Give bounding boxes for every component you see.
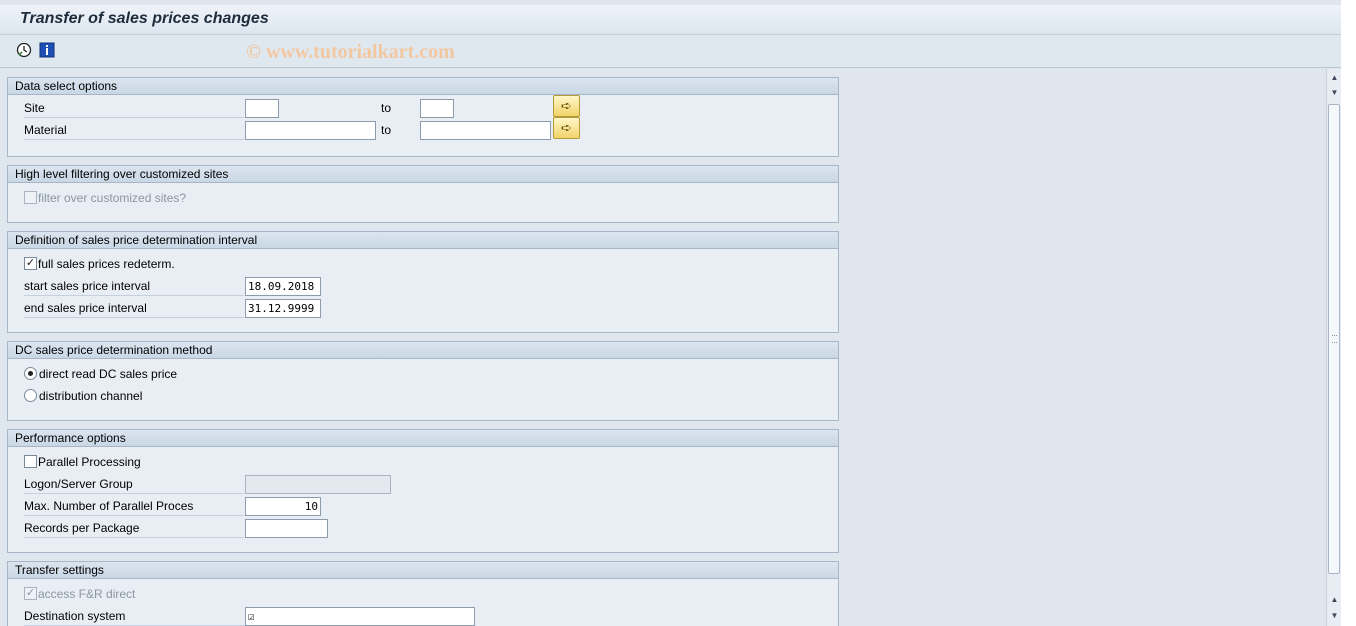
material-to-label: to	[381, 123, 392, 137]
distribution-channel-label: distribution channel	[39, 389, 143, 403]
max-parallel-row: Max. Number of Parallel Proces 10	[24, 496, 424, 516]
arrow-right-icon: ➪	[561, 120, 572, 135]
start-interval-label: start sales price interval	[24, 276, 244, 296]
max-parallel-input[interactable]: 10	[245, 497, 321, 516]
distribution-channel-radio[interactable]	[24, 389, 37, 402]
records-per-package-input[interactable]	[245, 519, 328, 538]
group-transfer-settings: Transfer settings ✓ access F&R direct De…	[7, 561, 839, 626]
execute-clock-icon[interactable]	[16, 42, 32, 58]
parallel-processing-label: Parallel Processing	[38, 455, 141, 469]
watermark-text: © www.tutorialkart.com	[246, 41, 455, 63]
logon-group-row: Logon/Server Group	[24, 474, 424, 494]
logon-group-input	[245, 475, 391, 494]
end-interval-label: end sales price interval	[24, 298, 244, 318]
access-fr-direct-label: access F&R direct	[38, 587, 136, 601]
site-multiple-selection-button[interactable]: ➪	[553, 95, 580, 117]
end-interval-input[interactable]: 31.12.9999	[245, 299, 321, 318]
group-header: High level filtering over customized sit…	[8, 166, 838, 183]
scroll-top-icon[interactable]: ▲	[1329, 72, 1340, 83]
material-from-input[interactable]	[245, 121, 376, 140]
full-redeterm-row: ✓ full sales prices redeterm.	[24, 254, 424, 274]
window-edge	[1341, 0, 1356, 626]
application-toolbar: © www.tutorialkart.com	[0, 36, 1341, 68]
end-interval-row: end sales price interval 31.12.9999	[24, 298, 424, 318]
group-dc-method: DC sales price determination method dire…	[7, 341, 839, 421]
site-from-input[interactable]	[245, 99, 279, 118]
parallel-row: Parallel Processing	[24, 452, 424, 472]
destination-system-input[interactable]: ☑	[245, 607, 475, 626]
site-row: Site to ➪	[24, 95, 624, 118]
logon-group-label: Logon/Server Group	[24, 474, 244, 494]
page-title: Transfer of sales prices changes	[20, 10, 269, 27]
max-parallel-label: Max. Number of Parallel Proces	[24, 496, 244, 516]
main-content: Data select options Site to ➪ Material t…	[0, 69, 1326, 626]
grip-icon	[1332, 335, 1337, 343]
full-redeterm-label: full sales prices redeterm.	[38, 257, 175, 271]
material-multiple-selection-button[interactable]: ➪	[553, 117, 580, 139]
scrollbar-thumb[interactable]	[1328, 104, 1340, 574]
start-interval-input[interactable]: 18.09.2018	[245, 277, 321, 296]
arrow-right-icon: ➪	[561, 98, 572, 113]
group-header: Performance options	[8, 430, 838, 447]
group-performance: Performance options Parallel Processing …	[7, 429, 839, 553]
filter-customized-sites-checkbox[interactable]	[24, 191, 37, 204]
group-high-level-filtering: High level filtering over customized sit…	[7, 165, 839, 223]
full-redeterm-checkbox[interactable]: ✓	[24, 257, 37, 270]
vertical-scrollbar[interactable]: ▲ ▼ ▲ ▼	[1326, 69, 1341, 626]
material-label: Material	[24, 120, 244, 140]
access-fr-direct-checkbox: ✓	[24, 587, 37, 600]
direct-read-row: direct read DC sales price	[24, 364, 424, 384]
start-interval-row: start sales price interval 18.09.2018	[24, 276, 424, 296]
site-to-label: to	[381, 101, 392, 115]
distribution-channel-row: distribution channel	[24, 386, 424, 406]
group-header: Definition of sales price determination …	[8, 232, 838, 249]
destination-system-label: Destination system	[24, 606, 244, 626]
group-definition-interval: Definition of sales price determination …	[7, 231, 839, 333]
parallel-processing-checkbox[interactable]	[24, 455, 37, 468]
group-header: Transfer settings	[8, 562, 838, 579]
filter-row: filter over customized sites?	[24, 188, 424, 208]
filter-customized-sites-label: filter over customized sites?	[38, 191, 187, 205]
site-label: Site	[24, 98, 244, 118]
records-per-package-label: Records per Package	[24, 518, 244, 538]
material-row: Material to ➪	[24, 117, 624, 140]
direct-read-label: direct read DC sales price	[39, 367, 178, 381]
direct-read-radio[interactable]	[24, 367, 37, 380]
info-icon[interactable]	[39, 42, 55, 58]
site-to-input[interactable]	[420, 99, 454, 118]
scroll-down-icon[interactable]: ▲	[1329, 594, 1340, 605]
group-data-select: Data select options Site to ➪ Material t…	[7, 77, 839, 157]
material-to-input[interactable]	[420, 121, 551, 140]
destination-row: Destination system ☑	[24, 606, 524, 626]
scroll-bottom-icon[interactable]: ▼	[1329, 610, 1340, 621]
records-per-package-row: Records per Package	[24, 518, 424, 538]
group-header: DC sales price determination method	[8, 342, 838, 359]
access-row: ✓ access F&R direct	[24, 584, 424, 604]
title-bar: Transfer of sales prices changes	[0, 5, 1341, 35]
group-header: Data select options	[8, 78, 838, 95]
scroll-up-icon[interactable]: ▼	[1329, 87, 1340, 98]
